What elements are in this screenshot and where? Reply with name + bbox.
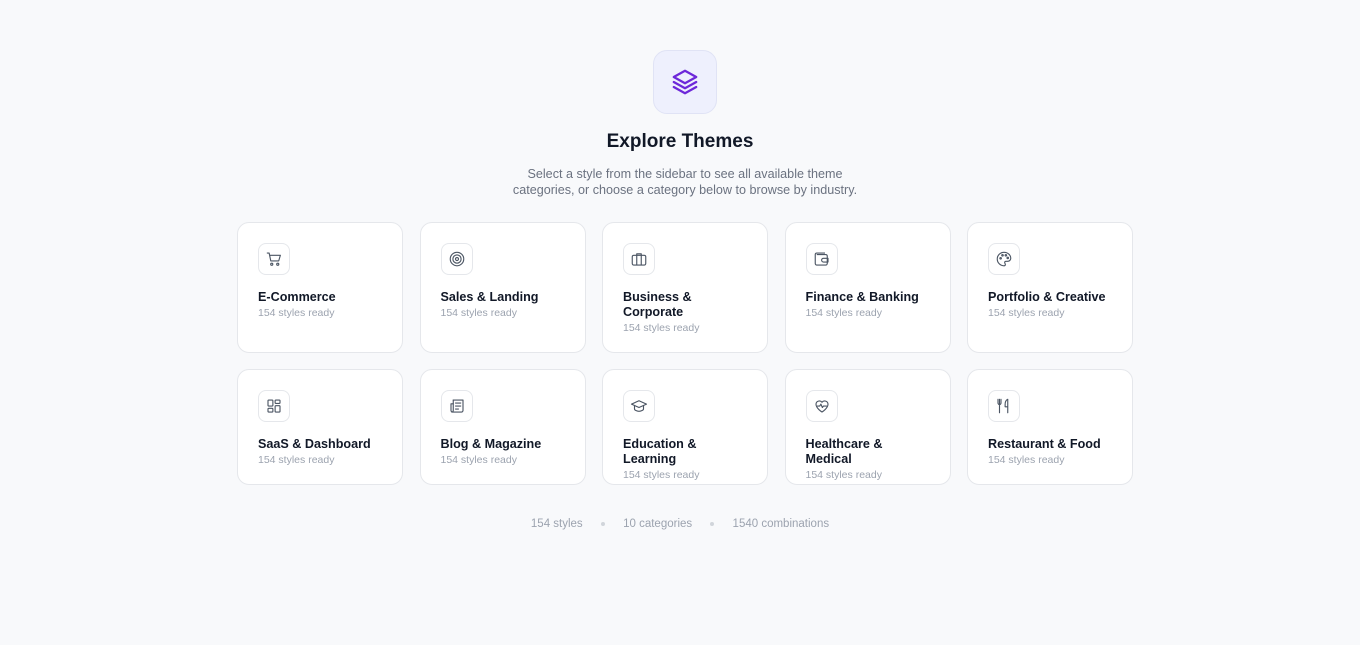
category-count: 154 styles ready: [258, 307, 335, 319]
wallet-icon: [805, 243, 838, 275]
explore-themes-page: Explore Themes Select a style from the s…: [0, 0, 1360, 645]
category-name: Education & Learning: [623, 437, 697, 466]
category-count: 154 styles ready: [623, 469, 700, 481]
page-subtitle: Select a style from the sidebar to see a…: [480, 166, 890, 198]
shopping-cart-icon: [258, 243, 290, 275]
newspaper-icon: [440, 390, 473, 422]
category-name: Business & Corporate: [623, 290, 692, 319]
category-count: 154 styles ready: [258, 454, 335, 466]
category-count: 154 styles ready: [988, 454, 1065, 466]
category-name: Portfolio & Creative: [988, 290, 1106, 304]
category-grid: E-Commerce 154 styles ready Sales & Land…: [237, 222, 1133, 485]
target-icon: [440, 243, 473, 275]
subtitle-line: categories, or choose a category below t…: [512, 183, 858, 197]
category-card-healthcare-medical[interactable]: Healthcare & Medical 154 styles ready: [784, 369, 951, 485]
category-count: 154 styles ready: [805, 469, 882, 481]
category-name: SaaS & Dashboard: [258, 437, 371, 451]
separator-dot: [600, 521, 605, 526]
category-name: Healthcare & Medical: [805, 437, 883, 466]
layers-icon: [653, 50, 717, 114]
dashboard-icon: [258, 390, 290, 422]
category-card-restaurant-food[interactable]: Restaurant & Food 154 styles ready: [967, 369, 1133, 485]
category-card-portfolio-creative[interactable]: Portfolio & Creative 154 styles ready: [967, 222, 1133, 353]
category-name: E-Commerce: [258, 290, 336, 304]
category-card-education-learning[interactable]: Education & Learning 154 styles ready: [602, 369, 768, 485]
category-name: Restaurant & Food: [988, 437, 1101, 451]
category-card-saas-dashboard[interactable]: SaaS & Dashboard 154 styles ready: [237, 369, 403, 485]
stats-bar: 154 styles 10 categories 1540 combinatio…: [0, 518, 1360, 530]
category-name: Blog & Magazine: [440, 437, 542, 451]
separator-dot: [710, 521, 715, 526]
category-count: 154 styles ready: [623, 322, 700, 334]
stat-styles: 154 styles: [530, 518, 583, 530]
page-title: Explore Themes: [606, 131, 754, 152]
category-card-sales-landing[interactable]: Sales & Landing 154 styles ready: [419, 222, 586, 353]
stat-combinations: 1540 combinations: [732, 518, 830, 530]
category-card-business-corporate[interactable]: Business & Corporate 154 styles ready: [602, 222, 768, 353]
briefcase-icon: [623, 243, 655, 275]
category-count: 154 styles ready: [440, 307, 517, 319]
category-card-blog-magazine[interactable]: Blog & Magazine 154 styles ready: [419, 369, 586, 485]
category-name: Finance & Banking: [805, 290, 919, 304]
graduation-cap-icon: [623, 390, 655, 422]
heart-pulse-icon: [805, 390, 838, 422]
stat-categories: 10 categories: [623, 518, 693, 530]
category-count: 154 styles ready: [440, 454, 517, 466]
category-card-ecommerce[interactable]: E-Commerce 154 styles ready: [237, 222, 403, 353]
utensils-icon: [988, 390, 1020, 422]
subtitle-line: Select a style from the sidebar to see a…: [527, 167, 843, 181]
category-name: Sales & Landing: [440, 290, 539, 304]
palette-icon: [988, 243, 1020, 275]
category-count: 154 styles ready: [805, 307, 882, 319]
category-count: 154 styles ready: [988, 307, 1065, 319]
category-card-finance-banking[interactable]: Finance & Banking 154 styles ready: [784, 222, 951, 353]
